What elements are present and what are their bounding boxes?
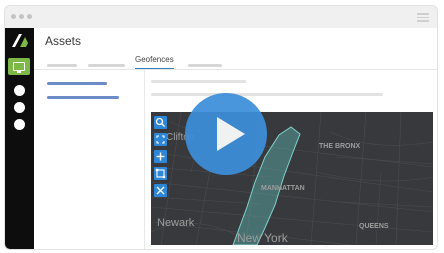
nav-item-2[interactable] bbox=[14, 85, 25, 96]
select-area-icon bbox=[155, 168, 166, 179]
list-item[interactable] bbox=[47, 96, 119, 99]
window-minimize-dot[interactable] bbox=[19, 14, 24, 19]
video-play-button[interactable] bbox=[185, 93, 267, 175]
window-titlebar bbox=[5, 6, 437, 28]
add-tool-button[interactable] bbox=[154, 150, 167, 163]
tab-bar: Geofences bbox=[34, 55, 437, 70]
map-label-newark: Newark bbox=[157, 217, 195, 229]
select-area-tool-button[interactable] bbox=[154, 167, 167, 180]
map-label-bronx: THE BRONX bbox=[319, 143, 361, 150]
hamburger-menu-icon[interactable] bbox=[417, 13, 429, 22]
left-nav bbox=[5, 28, 34, 249]
nav-item-3[interactable] bbox=[14, 102, 25, 113]
page-title: Assets bbox=[45, 34, 82, 48]
tab-geofences[interactable]: Geofences bbox=[135, 55, 174, 69]
map-label-queens: QUEENS bbox=[359, 223, 389, 230]
close-tool-button[interactable] bbox=[154, 184, 167, 197]
brand-logo bbox=[11, 33, 29, 47]
expand-tool-button[interactable] bbox=[154, 133, 167, 146]
map-label-new-york: New York bbox=[237, 231, 288, 245]
search-icon bbox=[155, 117, 165, 127]
text-placeholder bbox=[151, 80, 246, 83]
monitor-icon bbox=[13, 62, 25, 71]
expand-icon bbox=[156, 135, 165, 144]
tab-placeholder-2[interactable] bbox=[88, 64, 125, 67]
map-label-manhattan: MANHATTAN bbox=[261, 185, 305, 192]
list-item[interactable] bbox=[47, 82, 107, 85]
window-close-dot[interactable] bbox=[11, 14, 16, 19]
map-toolbar bbox=[154, 116, 170, 201]
tab-placeholder-3[interactable] bbox=[188, 64, 222, 67]
search-tool-button[interactable] bbox=[154, 116, 167, 129]
window-maximize-dot[interactable] bbox=[27, 14, 32, 19]
nav-item-assets[interactable] bbox=[8, 58, 30, 75]
geofence-list-panel bbox=[34, 70, 145, 249]
play-icon bbox=[217, 117, 245, 151]
close-icon bbox=[156, 186, 165, 195]
nav-item-4[interactable] bbox=[14, 119, 25, 130]
add-icon bbox=[156, 152, 165, 161]
tab-placeholder-1[interactable] bbox=[47, 64, 77, 67]
